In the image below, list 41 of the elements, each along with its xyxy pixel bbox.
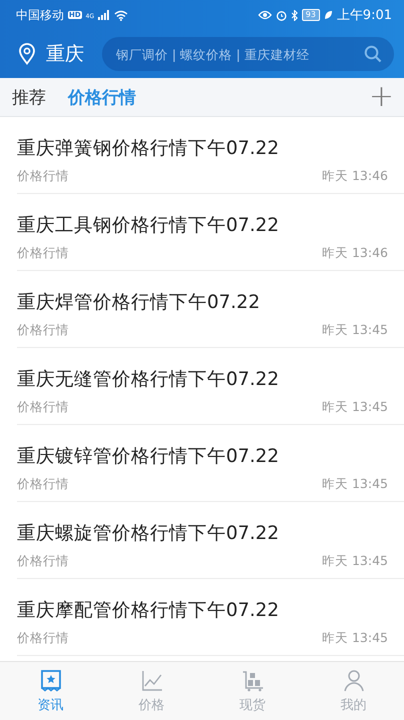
article-title[interactable]: 重庆摩配管价格行情下午07.22 bbox=[17, 597, 388, 622]
article-category: 价格行情 bbox=[17, 553, 69, 570]
article-time: 昨天 13:45 bbox=[322, 553, 388, 570]
article-time: 昨天 13:45 bbox=[322, 322, 388, 339]
article-category: 价格行情 bbox=[17, 630, 69, 647]
article-title[interactable]: 重庆镀锌管价格行情下午07.22 bbox=[17, 443, 388, 468]
article-time: 昨天 13:45 bbox=[322, 399, 388, 416]
eye-icon bbox=[258, 10, 272, 20]
bookmark-star-icon bbox=[38, 668, 62, 692]
add-button[interactable]: + bbox=[368, 82, 394, 112]
city-name[interactable]: 重庆 bbox=[46, 41, 84, 67]
clock-time: 上午9:01 bbox=[336, 7, 392, 24]
wifi-icon bbox=[114, 10, 128, 20]
bluetooth-icon bbox=[290, 10, 298, 20]
alarm-icon bbox=[276, 10, 287, 20]
article-title[interactable]: 重庆螺旋管价格行情下午07.22 bbox=[17, 520, 388, 545]
article-title[interactable]: 重庆工具钢价格行情下午07.22 bbox=[17, 212, 388, 237]
search-icon bbox=[364, 45, 382, 63]
article-title[interactable]: 重庆焊管价格行情下午07.22 bbox=[17, 289, 388, 314]
article-title[interactable]: 重庆无缝管价格行情下午07.22 bbox=[17, 366, 388, 391]
article-time: 昨天 13:46 bbox=[322, 168, 388, 185]
carrier-name: 中国移动 bbox=[16, 6, 64, 24]
person-icon bbox=[342, 668, 366, 692]
article-time: 昨天 13:45 bbox=[322, 476, 388, 493]
battery-level: 93 bbox=[302, 9, 320, 21]
article-title[interactable]: 重庆弹簧钢价格行情下午07.22 bbox=[17, 135, 388, 160]
leaf-icon bbox=[324, 10, 333, 20]
cart-boxes-icon bbox=[240, 668, 264, 692]
article-category: 价格行情 bbox=[17, 245, 69, 262]
tab[interactable]: 推荐 bbox=[12, 86, 46, 108]
line-chart-icon bbox=[140, 668, 164, 692]
article-time: 昨天 13:46 bbox=[322, 245, 388, 262]
article-category: 价格行情 bbox=[17, 168, 69, 185]
article-category: 价格行情 bbox=[17, 399, 69, 416]
location-pin-icon bbox=[18, 43, 36, 65]
article-time: 昨天 13:45 bbox=[322, 630, 388, 647]
article-category: 价格行情 bbox=[17, 476, 69, 493]
signal-icon bbox=[98, 10, 110, 20]
article-category: 价格行情 bbox=[17, 322, 69, 339]
search-field[interactable]: 钢厂调价 | 螺纹价格 | 重庆建材经 bbox=[102, 37, 394, 71]
search-input[interactable]: 钢厂调价 | 螺纹价格 | 重庆建材经 bbox=[116, 46, 358, 62]
